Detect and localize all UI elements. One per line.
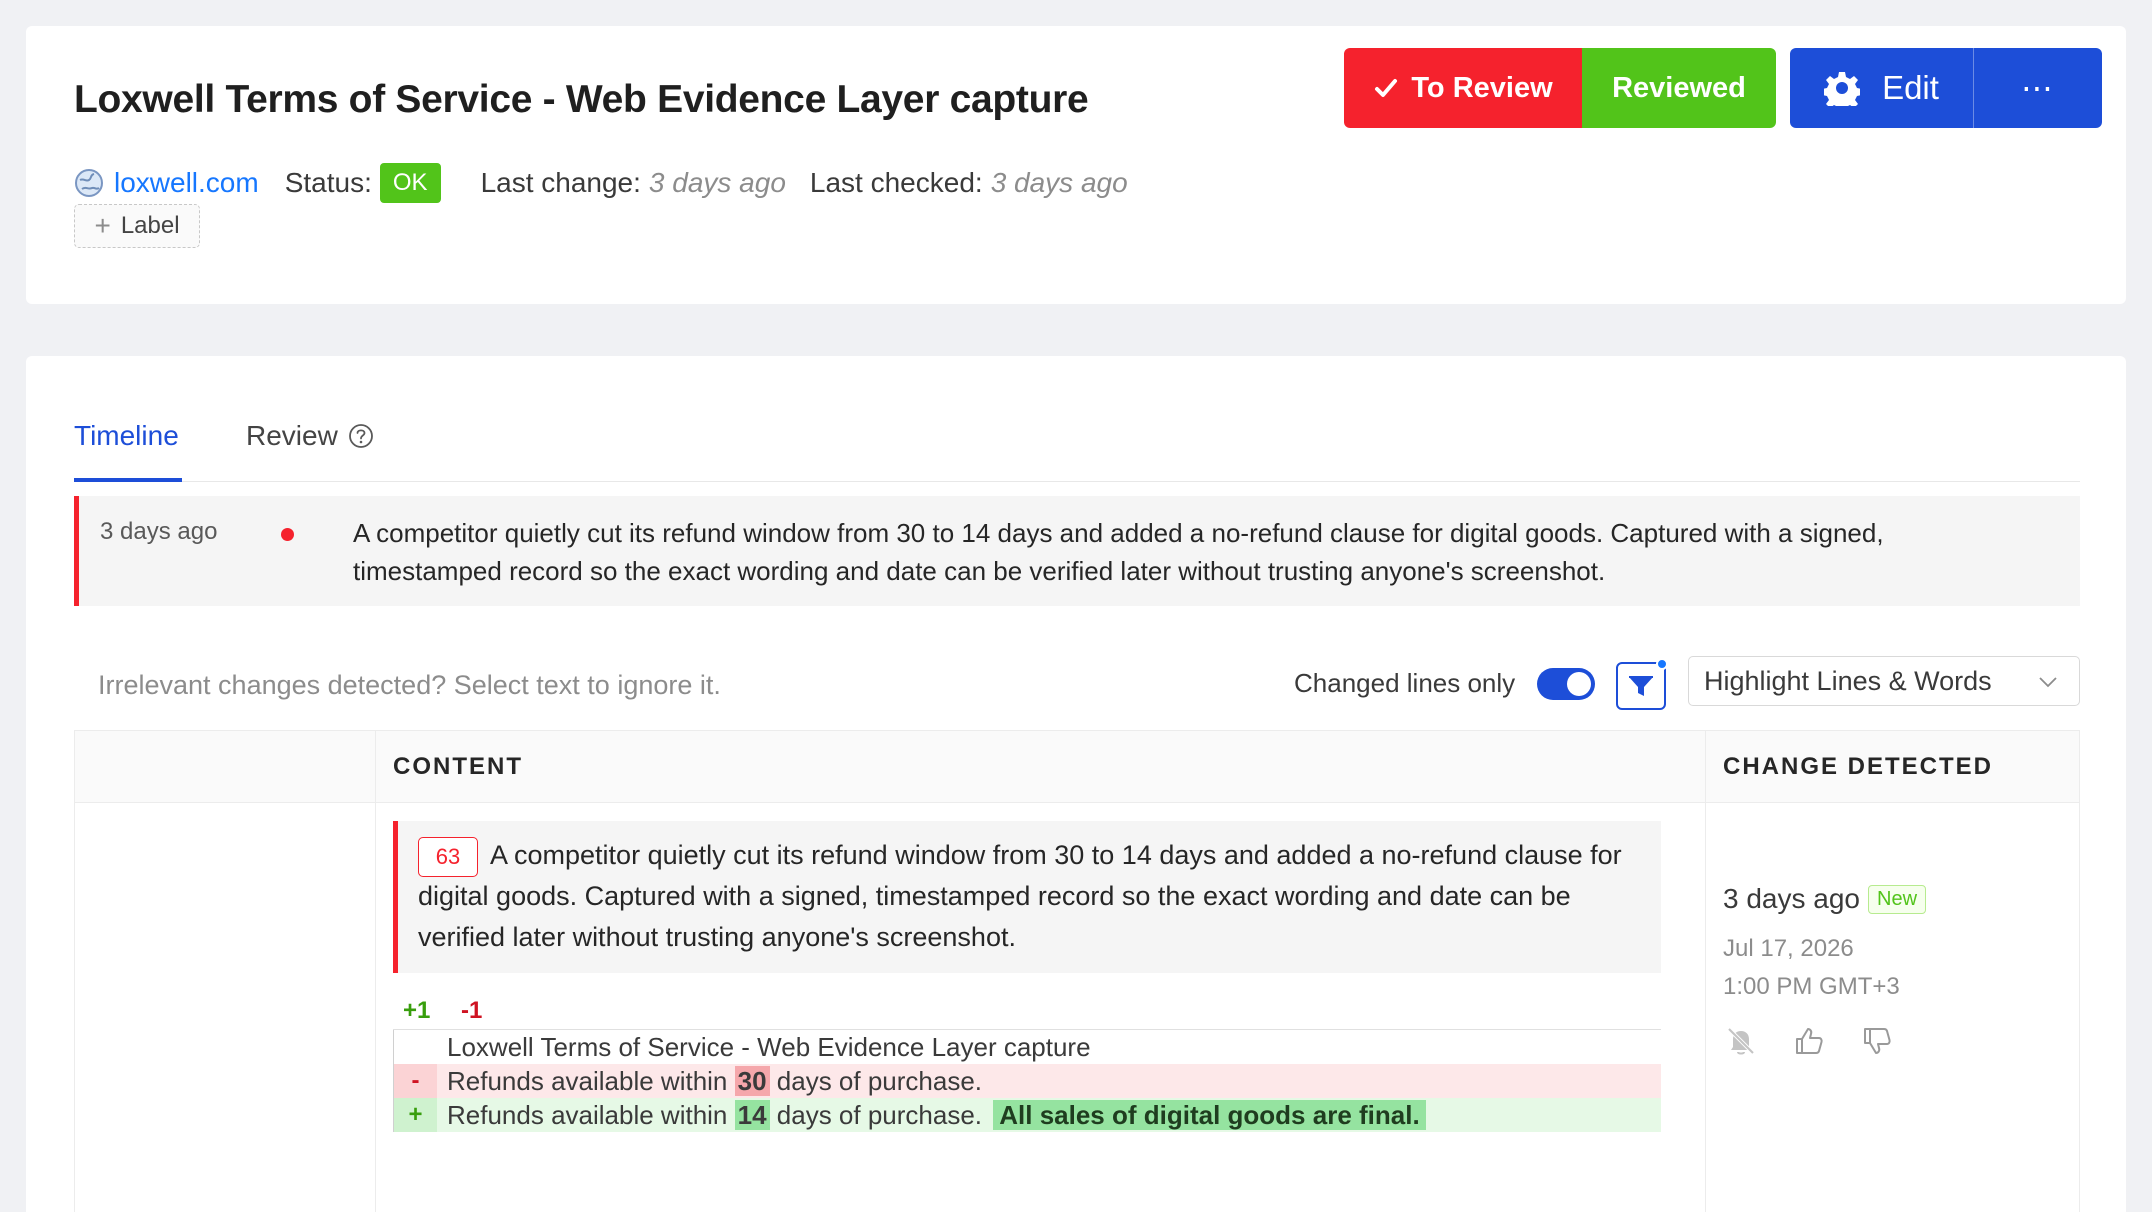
changed-lines-label: Changed lines only [1294,668,1516,698]
diff-added-prefix: Refunds available within [447,1099,728,1130]
filter-button[interactable] [1616,658,1668,710]
diff-context-line: Loxwell Terms of Service - Web Evidence … [393,1030,1661,1064]
detected-relative-text: 3 days ago [1723,883,1860,914]
funnel-icon [1629,676,1653,696]
tab-review-label: Review [246,420,338,451]
globe-icon [74,168,104,198]
to-review-button[interactable]: To Review [1344,48,1582,128]
col-change-header: CHANGE DETECTED [1723,753,1994,780]
edit-button[interactable]: Edit [1790,48,1974,128]
tab-bar: Timeline Review [74,390,2080,482]
diff-added-line: + Refunds available within 14 days of pu… [393,1098,1661,1132]
review-button-group: To Review Reviewed [1344,48,1776,128]
diff-added-word: 14 [734,1099,770,1130]
diff-removed-text: Refunds available within 30 days of purc… [437,1065,983,1097]
tab-review[interactable]: Review [246,420,374,452]
feedback-actions [1723,1023,1895,1059]
detected-time: 1:00 PM GMT+3 [1723,973,1900,1000]
tab-timeline-label: Timeline [74,420,179,451]
diff-counts: +1 -1 [403,997,482,1025]
last-checked-label: Last checked: [809,167,983,198]
changed-lines-toggle[interactable] [1537,668,1595,700]
changed-text-block[interactable]: 63 A competitor quietly cut its refund w… [393,821,1661,973]
column-divider [375,731,376,1212]
diff-added-suffix: days of purchase. [776,1099,983,1130]
question-circle-icon [348,424,373,448]
diff-view[interactable]: Loxwell Terms of Service - Web Evidence … [393,1029,1661,1132]
column-divider [1705,731,1706,1212]
thumbs-up-icon[interactable] [1791,1023,1827,1059]
diff-removed-marker: - [393,1064,437,1098]
diff-removed-line: - Refunds available within 30 days of pu… [393,1064,1661,1098]
diff-removed-word: 30 [734,1065,770,1096]
edit-label: Edit [1882,69,1939,106]
last-change-value: 3 days ago [648,167,786,198]
highlight-mode-select[interactable]: Highlight Lines & Words [1688,656,2080,706]
diff-added-text: Refunds available within 14 days of purc… [437,1099,1426,1131]
status-label: Status: [284,167,372,198]
changes-table: CONTENT CHANGE DETECTED 63 A competitor … [74,730,2080,1212]
reviewed-label: Reviewed [1612,71,1746,104]
col-content-header: CONTENT [393,753,523,780]
add-label-button[interactable]: + Label [74,204,200,248]
meta-row: loxwell.com Status: OK Last change: 3 da… [74,158,1152,208]
changed-text: A competitor quietly cut its refund wind… [418,840,1622,952]
last-change-label: Last change: [480,167,641,198]
detected-date: Jul 17, 2026 [1723,935,1854,962]
reviewed-button[interactable]: Reviewed [1582,48,1776,128]
to-review-label: To Review [1411,71,1553,104]
diff-removed-suffix: days of purchase. [776,1065,983,1096]
plus-icon: + [94,210,111,241]
page-title: Loxwell Terms of Service - Web Evidence … [74,78,1089,121]
diff-context-text: Loxwell Terms of Service - Web Evidence … [447,1031,1091,1062]
site-link[interactable]: loxwell.com [114,167,259,199]
active-tab-indicator [74,478,182,482]
filter-active-dot [1656,658,1668,670]
diff-gutter [393,1030,437,1064]
status-badge: OK [379,163,441,203]
new-badge: New [1868,884,1927,914]
chevron-down-icon [2039,677,2057,688]
event-status-dot [281,528,294,541]
event-description: A competitor quietly cut its refund wind… [353,518,1884,586]
edit-button-group: Edit ⋯ [1790,48,2102,128]
check-icon [1375,79,1398,97]
main-card: Timeline Review 3 days ago A competitor … [26,356,2126,1212]
diff-added-block: All sales of digital goods are final. [993,1099,1426,1130]
highlight-mode-value: Highlight Lines & Words [1704,665,1992,696]
toggle-knob [1567,672,1591,696]
ignore-hint: Irrelevant changes detected? Select text… [98,670,721,700]
detected-relative: 3 days ago New [1723,883,1927,915]
diff-added-marker: + [393,1098,437,1132]
gear-icon [1824,72,1861,106]
timeline-event[interactable]: 3 days ago A competitor quietly cut its … [74,496,2080,606]
tab-timeline[interactable]: Timeline [74,420,179,452]
event-time: 3 days ago [100,518,218,545]
last-checked-value: 3 days ago [990,167,1128,198]
bell-off-icon[interactable] [1723,1023,1759,1059]
thumbs-down-icon[interactable] [1859,1023,1895,1059]
removed-count: -1 [461,997,483,1024]
added-count: +1 [403,997,431,1024]
more-actions-button[interactable]: ⋯ [1974,48,2102,128]
diff-removed-prefix: Refunds available within [447,1065,728,1096]
filter-bar: Irrelevant changes detected? Select text… [74,656,2080,712]
add-label-text: Label [120,212,180,239]
